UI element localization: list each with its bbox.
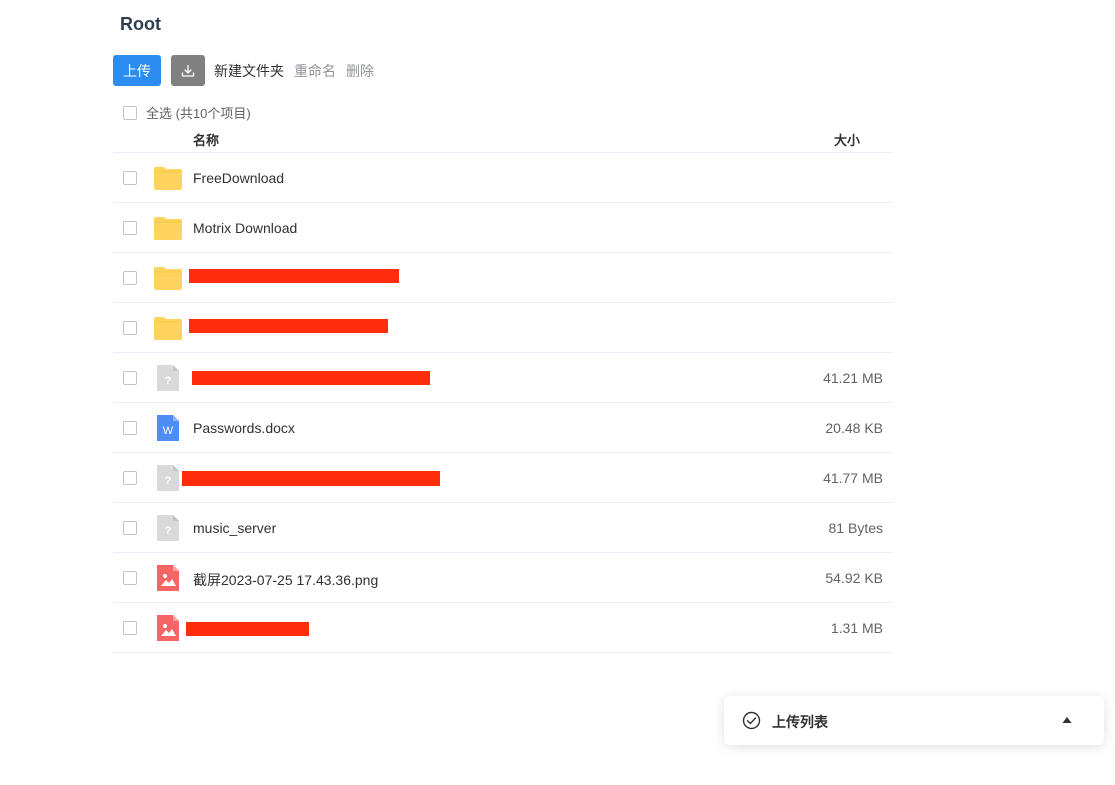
file-size: 81 Bytes xyxy=(828,520,883,536)
svg-text:?: ? xyxy=(165,475,172,487)
file-name[interactable]: music_server xyxy=(193,520,276,536)
table-row[interactable]: ? music_server 81 Bytes xyxy=(113,503,893,553)
table-row[interactable]: W Passwords.docx 20.48 KB xyxy=(113,403,893,453)
table-row[interactable] xyxy=(113,253,893,303)
word-file-icon: W xyxy=(157,415,179,441)
folder-icon xyxy=(154,267,182,290)
delete-button[interactable]: 删除 xyxy=(346,61,374,81)
file-name[interactable]: 截屏2023-07-25 17.43.36.png xyxy=(193,570,378,590)
file-table: 名称 大小 FreeDownload Motrix Download ? 41.… xyxy=(113,122,893,653)
folder-icon xyxy=(154,317,182,340)
table-row[interactable]: 1.31 MB xyxy=(113,603,893,653)
row-checkbox[interactable] xyxy=(123,621,137,635)
table-row[interactable] xyxy=(113,303,893,353)
caret-up-icon[interactable] xyxy=(1062,716,1072,724)
redacted-file-name xyxy=(182,471,440,486)
unknown-file-icon: ? xyxy=(157,365,179,391)
file-size: 54.92 KB xyxy=(825,570,883,586)
select-all: 全选 (共10个项目) xyxy=(123,103,251,122)
toolbar: 上传 新建文件夹 重命名 删除 xyxy=(113,55,374,86)
image-file-icon xyxy=(157,615,179,641)
row-checkbox[interactable] xyxy=(123,471,137,485)
redacted-file-name xyxy=(186,622,309,636)
file-name[interactable]: FreeDownload xyxy=(193,170,284,186)
redacted-file-name xyxy=(189,319,388,333)
row-checkbox[interactable] xyxy=(123,321,137,335)
unknown-file-icon: ? xyxy=(157,515,179,541)
file-size: 41.21 MB xyxy=(823,370,883,386)
file-name[interactable]: Motrix Download xyxy=(193,220,297,236)
row-checkbox[interactable] xyxy=(123,571,137,585)
row-checkbox[interactable] xyxy=(123,271,137,285)
table-row[interactable]: ? 41.21 MB xyxy=(113,353,893,403)
column-header-size: 大小 xyxy=(833,133,860,148)
table-header: 名称 大小 xyxy=(113,122,893,153)
download-icon xyxy=(181,64,195,77)
row-checkbox[interactable] xyxy=(123,521,137,535)
folder-icon xyxy=(154,217,182,240)
select-all-checkbox[interactable] xyxy=(123,105,137,120)
row-checkbox[interactable] xyxy=(123,421,137,435)
table-row[interactable]: 截屏2023-07-25 17.43.36.png 54.92 KB xyxy=(113,553,893,603)
redacted-file-name xyxy=(192,371,430,385)
file-manager-page: Root 上传 新建文件夹 重命名 删除 全选 (共10个项目) 名称 大小 F… xyxy=(0,0,1115,785)
table-row[interactable]: FreeDownload xyxy=(113,153,893,203)
svg-text:?: ? xyxy=(165,375,172,387)
row-checkbox[interactable] xyxy=(123,171,137,185)
row-checkbox[interactable] xyxy=(123,221,137,235)
select-all-label: 全选 (共10个项目) xyxy=(146,106,251,121)
upload-list-panel[interactable]: 上传列表 xyxy=(724,696,1104,745)
check-circle-icon xyxy=(742,711,761,730)
table-row[interactable]: ? 41.77 MB xyxy=(113,453,893,503)
svg-text:?: ? xyxy=(165,525,172,537)
page-title: Root xyxy=(120,14,161,34)
folder-icon xyxy=(154,167,182,190)
file-size: 20.48 KB xyxy=(825,420,883,436)
unknown-file-icon: ? xyxy=(157,465,179,491)
upload-list-title: 上传列表 xyxy=(772,714,828,730)
table-row[interactable]: Motrix Download xyxy=(113,203,893,253)
image-file-icon xyxy=(157,565,179,591)
redacted-file-name xyxy=(189,269,399,283)
upload-button[interactable]: 上传 xyxy=(113,55,161,86)
download-button[interactable] xyxy=(171,55,205,86)
file-name[interactable]: Passwords.docx xyxy=(193,420,295,436)
rename-button[interactable]: 重命名 xyxy=(294,61,336,81)
column-header-name: 名称 xyxy=(193,133,220,148)
row-checkbox[interactable] xyxy=(123,371,137,385)
file-size: 1.31 MB xyxy=(830,620,883,636)
file-size: 41.77 MB xyxy=(823,470,883,486)
new-folder-button[interactable]: 新建文件夹 xyxy=(214,61,284,81)
svg-text:W: W xyxy=(163,425,174,437)
